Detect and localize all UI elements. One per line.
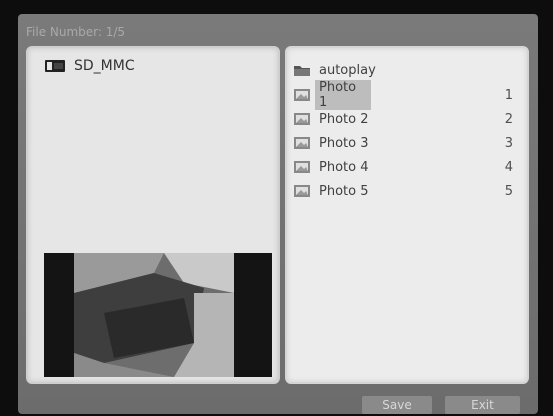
photo-icon — [294, 89, 310, 101]
device-panel: SD_MMC — [26, 46, 280, 384]
photo-number: 2 — [504, 112, 513, 127]
photo-icon — [294, 185, 310, 197]
list-item-photo-4[interactable]: Photo 4 — [293, 157, 459, 177]
folder-icon — [294, 66, 310, 76]
preview-image — [44, 253, 272, 377]
list-item-photo-2[interactable]: Photo 2 — [293, 109, 459, 129]
drive-item-sd-mmc[interactable]: SD_MMC — [44, 58, 135, 74]
file-number-title: File Number: 1/5 — [26, 25, 126, 39]
photo-number: 3 — [504, 136, 513, 151]
sd-card-icon — [45, 60, 65, 72]
photo-preview — [44, 253, 272, 377]
drive-label: SD_MMC — [74, 58, 135, 74]
list-item-photo-1[interactable]: Photo 1 — [293, 80, 371, 110]
save-button[interactable]: Save — [362, 396, 432, 414]
photo-icon — [294, 137, 310, 149]
photo-label: Photo 5 — [319, 183, 369, 199]
list-item-photo-3[interactable]: Photo 3 — [293, 133, 459, 153]
photo-icon — [294, 161, 310, 173]
photo-number: 5 — [504, 184, 513, 199]
list-item-photo-5[interactable]: Photo 5 — [293, 181, 459, 201]
folder-row-autoplay[interactable]: autoplay — [293, 60, 459, 80]
exit-button[interactable]: Exit — [445, 396, 520, 414]
photo-label: Photo 3 — [319, 135, 369, 151]
folder-label: autoplay — [319, 62, 376, 78]
photo-number: 4 — [504, 160, 513, 175]
file-list-panel: autoplay Photo 1 1 Photo 2 2 Photo 3 3 P… — [285, 46, 529, 384]
photo-label: Photo 2 — [319, 111, 369, 127]
photo-label: Photo 4 — [319, 159, 369, 175]
photo-label: Photo 1 — [315, 80, 371, 110]
photo-icon — [294, 113, 310, 125]
photo-number: 1 — [504, 88, 513, 103]
